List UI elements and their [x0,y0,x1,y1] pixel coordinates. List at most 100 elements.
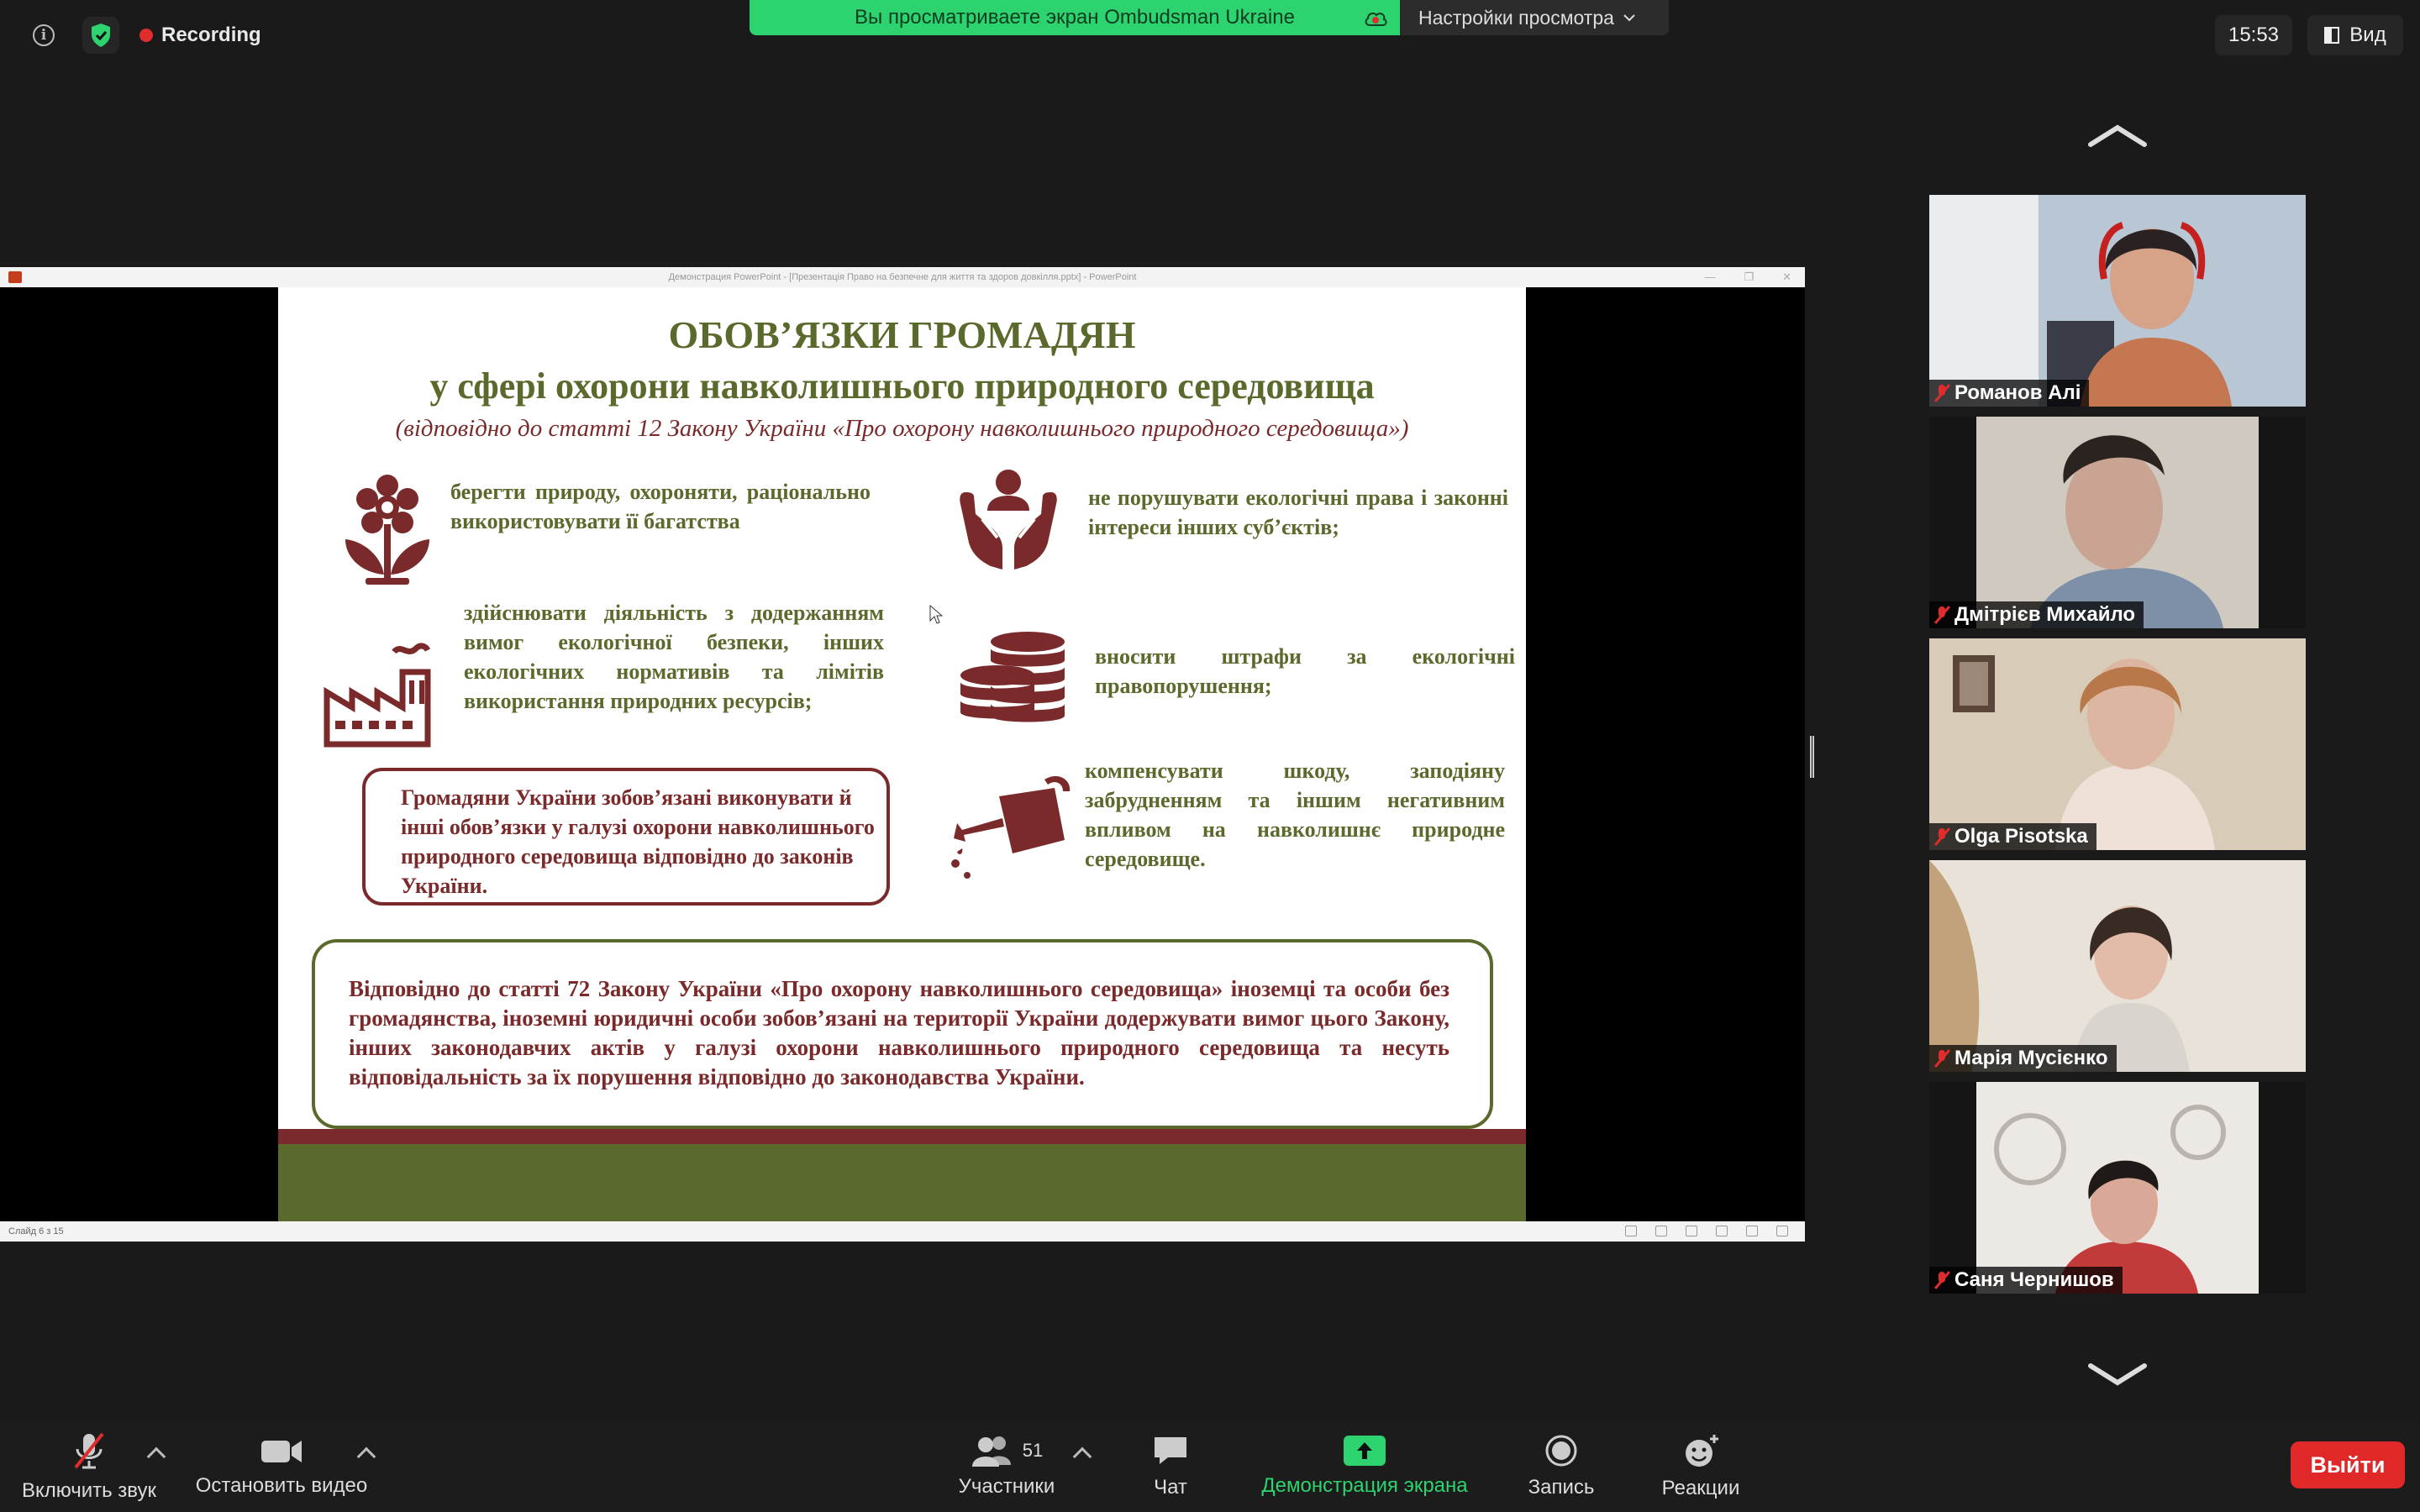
foreigners-duties-text: Відповідно до статті 72 Закону України «… [349,976,1449,1089]
video-camera-icon [261,1441,302,1462]
share-status-text: Вы просматриваете экран Ombudsman Ukrain… [855,6,1295,29]
window-buttons: — ❐ ✕ [1704,270,1791,284]
chat-label: Чат [1154,1476,1187,1499]
shield-icon [92,24,110,47]
participants-button[interactable]: 51 Участники [944,1421,1069,1512]
factory-icon [324,643,431,748]
participant-video [1929,1082,2306,1294]
watering-can-icon [951,775,1071,879]
mic-muted-icon [1933,1271,1951,1289]
chat-button[interactable]: Чат [1133,1421,1208,1512]
participants-icon [971,1436,1011,1467]
meeting-info-button[interactable]: i [25,17,62,54]
share-screen-icon [1344,1436,1386,1466]
participant-name-tag: Романов Алі [1929,380,2090,407]
leave-meeting-button[interactable]: Выйти [2291,1441,2405,1488]
participant-name: Марія Мусієнко [1954,1047,2108,1069]
split-drag-handle[interactable] [1810,736,1814,778]
participant-video-tile[interactable]: Романов Алі [1929,195,2306,407]
view-options-dropdown[interactable]: Настройки просмотра [1400,0,1669,35]
recording-indicator[interactable]: Recording [139,24,261,47]
participant-name: Романов Алі [1954,381,2081,404]
stop-video-button[interactable]: Остановить видео [192,1421,371,1512]
participant-video-tile[interactable]: Дмітрієв Михайло [1929,417,2306,628]
participant-name: Olga Pisotska [1954,825,2088,848]
slide-footer-band-maroon [278,1129,1526,1144]
normal-view-icon [1686,1226,1697,1236]
other-duties-box: Громадяни України зобов’язані виконувати… [362,768,890,906]
recording-dot-icon [139,29,153,42]
participant-video-tile[interactable]: Марія Мусієнко [1929,860,2306,1072]
view-button[interactable]: Вид [2307,15,2403,55]
participant-video [1929,638,2306,850]
stop-video-label: Остановить видео [195,1474,368,1497]
participant-name: Саня Чернишов [1954,1268,2114,1291]
info-icon: i [33,24,55,46]
record-button[interactable]: Запись [1518,1421,1605,1512]
slide-counter: Слайд 6 з 15 [8,1226,64,1236]
slide-title-line2: у сфері охорони навколишнього природного… [429,365,1375,407]
flower-icon [345,475,429,585]
restore-icon: ❐ [1744,270,1754,283]
reactions-label: Реакции [1661,1477,1740,1499]
unmute-label: Включить звук [21,1479,157,1502]
scroll-up-arrow-icon[interactable] [2087,123,2148,148]
view-button-label: Вид [2349,24,2386,46]
meeting-clock: 15:53 [2215,15,2292,55]
slide-sorter-icon [1716,1226,1728,1236]
view-options-label: Настройки просмотра [1418,6,1614,29]
unmute-button[interactable]: Включить звук [17,1421,161,1512]
participant-video [1929,417,2306,628]
slide-subtitle: (відповідно до статті 12 Закону України … [395,415,1409,442]
mouse-cursor-icon [929,605,943,624]
duty-protect-nature: берегти природу, охороняти, раціонально … [450,480,871,533]
participant-video-tile[interactable]: Саня Чернишов [1929,1082,2306,1294]
participants-label: Участники [958,1475,1055,1498]
zoom-meeting-window: i Recording Вы просматриваете экран Ombu… [0,0,2420,1512]
record-label: Запись [1528,1476,1595,1499]
meeting-toolbar: Включить звук Остановить видео 51 Участн… [0,1421,2420,1512]
reactions-button[interactable]: Реакции [1650,1421,1751,1512]
slideshow-icon [1776,1226,1788,1236]
record-icon [1545,1435,1577,1467]
duty-respect-rights: не порушувати екологічні права і законні… [1088,486,1508,539]
powerpoint-icon [8,271,22,283]
duty-pay-fines: вносити штрафи за екологічні правопоруше… [1095,644,1515,698]
scroll-down-arrow-icon[interactable] [2087,1362,2148,1388]
powerpoint-titlebar: Демонстрация PowerPoint - [Презентація П… [0,267,1805,287]
top-left-controls: i Recording [25,17,261,54]
duty-eco-safety: здійснювати діяльність з додержанням вим… [464,601,884,713]
participant-name-tag: Olga Pisotska [1929,823,2096,850]
notes-icon [1625,1226,1637,1236]
layout-icon [2324,27,2340,44]
recording-label: Recording [161,24,261,46]
participants-caret-icon[interactable] [1072,1446,1092,1467]
participants-icon-row: 51 [971,1435,1043,1467]
chat-icon [1155,1437,1186,1464]
participant-video [1929,195,2306,407]
duty-compensate-damage: компенсувати шкоду, заподіяну забрудненн… [1085,759,1505,871]
microphone-muted-icon [74,1432,104,1469]
participant-name-tag: Марія Мусієнко [1929,1045,2117,1072]
shared-screen: Демонстрация PowerPoint - [Презентація П… [0,267,1805,1242]
participant-name: Дмітрієв Михайло [1954,603,2136,626]
participant-video-tile[interactable]: Olga Pisotska [1929,638,2306,850]
security-button[interactable] [82,17,119,54]
slide-title: ОБОВ’ЯЗКИ ГРОМАДЯН [668,313,1136,356]
participant-name-tag: Саня Чернишов [1929,1267,2123,1294]
mic-muted-icon [1933,1049,1951,1068]
screen-share-banner: Вы просматриваете экран Ombudsman Ukrain… [750,0,1669,35]
comments-icon [1655,1226,1667,1236]
arrow-up-icon [1357,1442,1372,1459]
cloud-icon [1365,12,1387,26]
reading-view-icon [1746,1226,1758,1236]
share-screen-button[interactable]: Демонстрация экрана [1244,1421,1486,1512]
mic-muted-icon [1933,384,1951,402]
foreigners-duties-box: Відповідно до статті 72 Закону України «… [312,939,1493,1129]
other-duties-text: Громадяни України зобов’язані виконувати… [401,785,875,898]
statusbar-view-icons [1625,1226,1788,1236]
powerpoint-window-title: Демонстрация PowerPoint - [Презентація П… [668,272,1137,282]
share-screen-label: Демонстрация экрана [1261,1474,1468,1497]
share-status: Вы просматриваете экран Ombudsman Ukrain… [750,0,1400,35]
mic-muted-icon [1933,606,1951,624]
